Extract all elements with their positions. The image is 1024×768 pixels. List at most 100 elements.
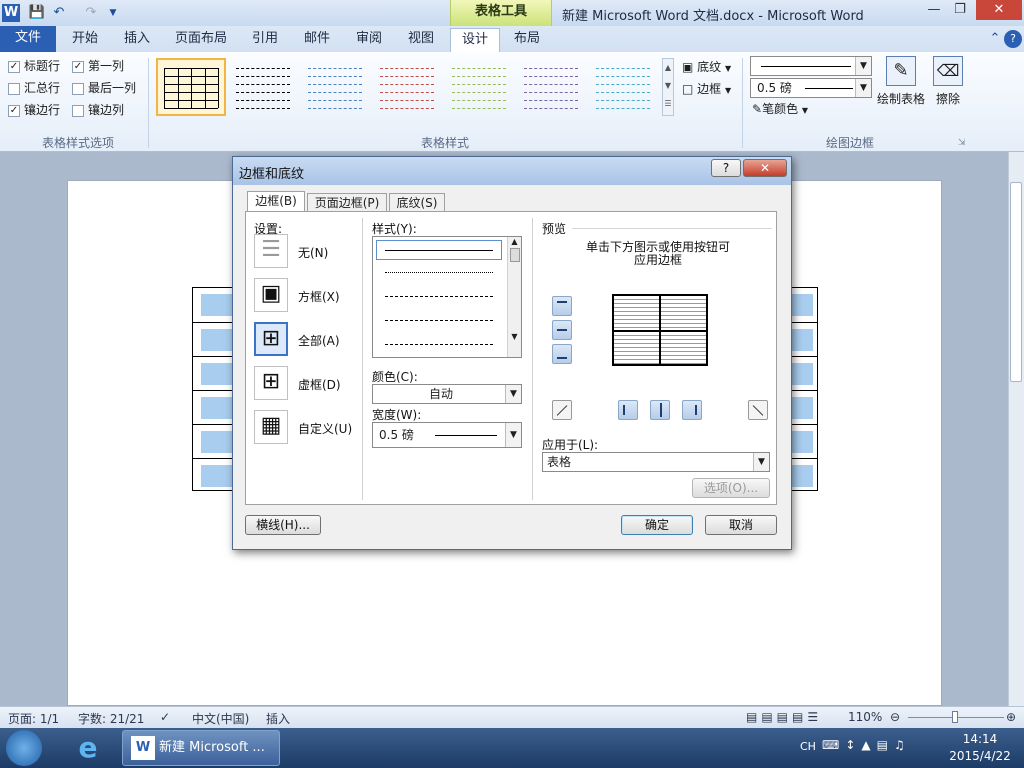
- width-combo[interactable]: 0.5 磅 ▼: [372, 422, 522, 448]
- checkbox-first-column[interactable]: ✓ 第一列: [72, 57, 124, 74]
- tab-page-border[interactable]: 页面边框(P): [307, 193, 387, 213]
- zoom-in-icon[interactable]: ⊕: [1006, 710, 1016, 724]
- eraser-button[interactable]: ⌫ 擦除: [930, 56, 966, 107]
- scroll-thumb[interactable]: [509, 248, 520, 262]
- tab-file[interactable]: 文件: [0, 26, 56, 52]
- close-dialog-button[interactable]: ✕: [743, 159, 787, 177]
- table-style-thumb[interactable]: [446, 60, 512, 114]
- line-dashed[interactable]: [385, 320, 493, 321]
- draw-table-button[interactable]: ✎ 绘制表格: [876, 56, 926, 107]
- line-style-scrollbar[interactable]: ▲ ▼: [507, 237, 521, 357]
- setting-option[interactable]: ▣: [254, 278, 288, 312]
- pen-color-button[interactable]: ✎笔颜色 ▼: [752, 100, 808, 117]
- zoom-slider-thumb[interactable]: [952, 711, 958, 723]
- start-button-icon[interactable]: [6, 730, 42, 766]
- tab-insert[interactable]: 插入: [114, 28, 160, 52]
- vertical-scrollbar[interactable]: [1008, 152, 1024, 706]
- setting-option-label[interactable]: 全部(A): [298, 332, 340, 349]
- line-weight-combo[interactable]: 0.5 磅 ▼: [750, 78, 872, 98]
- tab-home[interactable]: 开始: [62, 28, 108, 52]
- page-count[interactable]: 页面: 1/1: [8, 710, 59, 727]
- checkbox-banded-rows[interactable]: ✓ 镶边行: [8, 101, 60, 118]
- setting-option[interactable]: ▦: [254, 410, 288, 444]
- save-icon[interactable]: 💾: [28, 4, 46, 22]
- diagonal-down-border-button[interactable]: [552, 400, 572, 420]
- proofing-icon[interactable]: ✓: [160, 710, 170, 724]
- checkbox-header-row[interactable]: ✓ 标题行: [8, 57, 60, 74]
- diagonal-up-border-button[interactable]: [748, 400, 768, 420]
- line-dotted[interactable]: [385, 272, 493, 273]
- tab-mailings[interactable]: 邮件: [294, 28, 340, 52]
- top-border-button[interactable]: [552, 296, 572, 316]
- line-dash-dot[interactable]: [385, 344, 493, 345]
- ime-indicator[interactable]: CH: [800, 740, 816, 753]
- internet-explorer-icon[interactable]: e: [72, 732, 104, 764]
- line-style-combo[interactable]: ▼: [750, 56, 872, 76]
- left-border-button[interactable]: [618, 400, 638, 420]
- word-app-icon[interactable]: W: [2, 4, 20, 22]
- view-buttons-icon[interactable]: ▤▤▤▤☰: [746, 710, 822, 724]
- options-button[interactable]: 选项(O)...: [692, 478, 770, 498]
- table-style-thumb[interactable]: [518, 60, 584, 114]
- tab-design[interactable]: 设计: [450, 28, 500, 52]
- tab-shading[interactable]: 底纹(S): [389, 193, 445, 213]
- preview-diagram[interactable]: [612, 294, 708, 366]
- bottom-border-button[interactable]: [552, 344, 572, 364]
- table-style-thumb[interactable]: [302, 60, 368, 114]
- table-style-thumb[interactable]: [590, 60, 656, 114]
- scroll-down-icon[interactable]: ▼: [508, 332, 521, 341]
- scroll-up-icon[interactable]: ▲: [508, 237, 521, 246]
- language[interactable]: 中文(中国): [192, 710, 249, 727]
- line-dashed-fine[interactable]: [385, 296, 493, 297]
- dialog-title-bar[interactable]: 边框和底纹 ? ✕: [233, 157, 791, 185]
- apply-to-combo[interactable]: 表格 ▼: [542, 452, 770, 472]
- checkbox-banded-columns[interactable]: 镶边列: [72, 101, 124, 118]
- horizontal-line-button[interactable]: 横线(H)...: [245, 515, 321, 535]
- restore-button[interactable]: ❐: [944, 0, 976, 20]
- checkbox-last-column[interactable]: 最后一列: [72, 79, 136, 96]
- inside-horizontal-border-button[interactable]: [552, 320, 572, 340]
- tab-review[interactable]: 审阅: [346, 28, 392, 52]
- tab-layout[interactable]: 布局: [504, 28, 550, 52]
- tab-page-layout[interactable]: 页面布局: [170, 28, 232, 52]
- taskbar-word-button[interactable]: W 新建 Microsoft ...: [122, 730, 280, 766]
- line-style-selected[interactable]: [376, 240, 502, 260]
- setting-option-label[interactable]: 方框(X): [298, 288, 340, 305]
- checkbox-total-row[interactable]: 汇总行: [8, 79, 60, 96]
- minimize-ribbon-icon[interactable]: ⌃: [986, 30, 1004, 48]
- word-count[interactable]: 字数: 21/21: [78, 710, 144, 727]
- tray-icons[interactable]: ⌨↕▲▤♫: [822, 738, 911, 752]
- setting-option[interactable]: ⊞: [254, 366, 288, 400]
- undo-icon[interactable]: ↶: [50, 4, 68, 22]
- clock-date[interactable]: 2015/4/22: [940, 749, 1020, 763]
- inside-vertical-border-button[interactable]: [650, 400, 670, 420]
- table-style-thumb[interactable]: [230, 60, 296, 114]
- tab-borders[interactable]: 边框(B): [247, 191, 305, 213]
- borders-button[interactable]: □ 边框 ▼: [682, 80, 731, 97]
- line-style-list[interactable]: ▲ ▼: [372, 236, 522, 358]
- zoom-out-icon[interactable]: ⊖: [890, 710, 900, 724]
- setting-option[interactable]: ⊞: [254, 322, 288, 356]
- setting-option[interactable]: ☰: [254, 234, 288, 268]
- help-icon[interactable]: ?: [1004, 30, 1022, 48]
- help-button[interactable]: ?: [711, 159, 741, 177]
- scroll-thumb[interactable]: [1010, 182, 1022, 382]
- right-border-button[interactable]: [682, 400, 702, 420]
- close-window-button[interactable]: ✕: [976, 0, 1022, 20]
- table-style-thumb[interactable]: [374, 60, 440, 114]
- shading-button[interactable]: ▣ 底纹 ▼: [682, 58, 731, 75]
- tab-references[interactable]: 引用: [242, 28, 288, 52]
- redo-icon[interactable]: ↷: [82, 4, 100, 22]
- ok-button[interactable]: 确定: [621, 515, 693, 535]
- setting-option-label[interactable]: 虚框(D): [298, 376, 341, 393]
- gallery-scroll[interactable]: ▲ ▼ ☰: [662, 58, 674, 116]
- tab-view[interactable]: 视图: [398, 28, 444, 52]
- cancel-button[interactable]: 取消: [705, 515, 777, 535]
- zoom-level[interactable]: 110%: [848, 710, 882, 724]
- customize-quick-access-icon[interactable]: ▼: [104, 4, 122, 22]
- color-combo[interactable]: 自动 ▼: [372, 384, 522, 404]
- insert-mode[interactable]: 插入: [266, 710, 290, 727]
- setting-option-label[interactable]: 无(N): [298, 244, 328, 261]
- table-style-thumb[interactable]: [158, 60, 224, 114]
- dialog-launcher-icon[interactable]: ⇲: [958, 138, 966, 148]
